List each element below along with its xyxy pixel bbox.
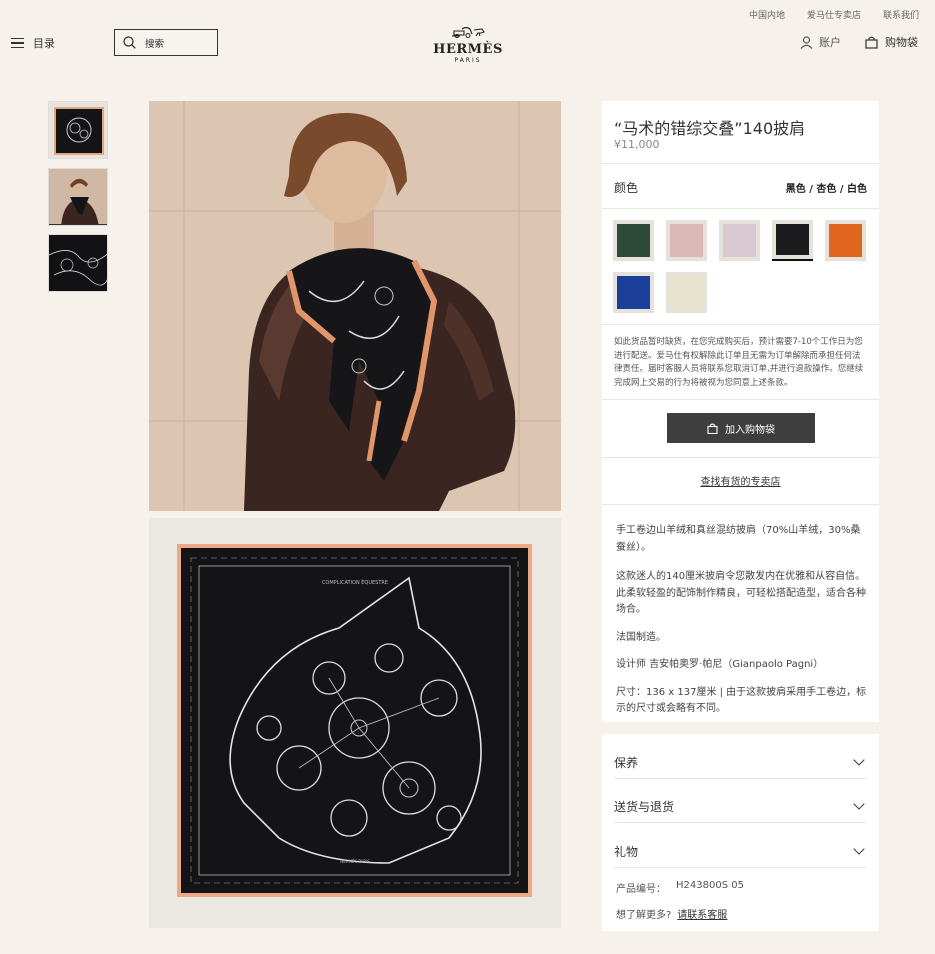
- product-photo-model: [149, 101, 561, 511]
- add-to-bag-button[interactable]: 加入购物袋: [667, 413, 815, 443]
- accordion-shipping-label: 送货与退货: [614, 799, 675, 814]
- chevron-down-icon: [853, 754, 865, 766]
- logo-subtitle: PARIS: [454, 57, 482, 64]
- account-label: 账户: [819, 36, 841, 49]
- region-link[interactable]: 中国内地: [749, 8, 785, 21]
- swatch-pink[interactable]: [666, 220, 707, 261]
- product-sku: 产品编号： H243800S 05: [616, 880, 744, 895]
- search-placeholder: 搜索: [145, 38, 165, 50]
- sku-value: H243800S 05: [676, 880, 744, 891]
- bag-icon: [865, 36, 878, 49]
- menu-label: 目录: [33, 37, 55, 50]
- description-size: 尺寸：136 x 137厘米 | 由于这款披肩采用手工卷边，标示的尺寸或会略有不…: [616, 686, 867, 715]
- add-to-bag-label: 加入购物袋: [725, 424, 775, 436]
- find-store-link[interactable]: 查找有货的专卖店: [602, 473, 879, 488]
- search-icon: [123, 36, 136, 49]
- search-input[interactable]: 搜索: [114, 29, 218, 56]
- logo-wordmark: HERMÈS: [433, 42, 503, 57]
- swatch-blue[interactable]: [613, 272, 654, 313]
- hamburger-icon: [11, 38, 24, 48]
- thumbnail-model[interactable]: [48, 168, 108, 226]
- swatch-cream[interactable]: [666, 272, 707, 313]
- thumbnail-scarf-detail[interactable]: [48, 234, 108, 292]
- product-photo-scarf: COMPLICATION ÉQUESTRE HERMÈS PARIS: [149, 518, 561, 928]
- color-value: 黑色 / 杏色 / 白色: [785, 184, 867, 195]
- accordion-gift-label: 礼物: [614, 844, 639, 859]
- chevron-down-icon: [853, 843, 865, 855]
- product-details-panel: 保养 送货与退货 礼物 产品编号： H243800S 05 想了解更多? 请联系…: [602, 734, 879, 931]
- menu-button[interactable]: 目录: [11, 35, 55, 51]
- hermes-logo[interactable]: HERMÈS PARIS: [423, 23, 513, 64]
- scarf-brand-text: HERMÈS PARIS: [340, 859, 370, 864]
- description-body: 这款迷人的140厘米披肩令您散发内在优雅和从容自信。此柔软轻盈的配饰制作精良，可…: [616, 571, 866, 615]
- description-designer: 设计师 吉安帕奥罗·帕尼（Gianpaolo Pagni）: [616, 659, 824, 670]
- bag-label: 购物袋: [885, 36, 918, 49]
- contact-link[interactable]: 联系我们: [883, 8, 919, 21]
- description-material: 手工卷边山羊绒和真丝混纺披肩（70%山羊绒，30%桑蚕丝）。: [616, 525, 861, 553]
- description-origin: 法国制造。: [616, 631, 666, 643]
- swatch-black-selected[interactable]: [772, 220, 813, 261]
- carriage-logo-icon: [452, 26, 485, 39]
- stores-link[interactable]: 爱马仕专卖店: [807, 8, 861, 21]
- stock-notice: 如此货品暂时缺货，在您完成购买后，预计需要7-10个工作日为您进行配送。爱马仕有…: [614, 337, 864, 388]
- chevron-down-icon: [853, 798, 865, 810]
- sku-label: 产品编号：: [616, 884, 666, 895]
- product-description: 手工卷边山羊绒和真丝混纺披肩（70%山羊绒，30%桑蚕丝）。 这款迷人的140厘…: [616, 523, 868, 729]
- shopping-bag-button[interactable]: 购物袋: [865, 34, 918, 50]
- accordion-care-label: 保养: [614, 755, 639, 770]
- product-title: “马术的错综交叠”140披肩: [614, 119, 806, 138]
- user-icon: [800, 35, 813, 49]
- product-info-panel: “马术的错综交叠”140披肩 ¥11,000 颜色 黑色 / 杏色 / 白色 如…: [602, 101, 879, 722]
- more-question: 想了解更多?: [616, 910, 672, 921]
- top-utility-links: 中国内地 爱马仕专卖店 联系我们: [749, 8, 919, 21]
- product-price: ¥11,000: [614, 138, 660, 151]
- swatch-orange[interactable]: [825, 220, 866, 261]
- contact-prompt: 想了解更多? 请联系客服: [616, 906, 727, 921]
- account-button[interactable]: 账户: [800, 34, 841, 50]
- bag-icon: [707, 422, 718, 434]
- color-label: 颜色: [614, 181, 639, 195]
- scarf-title-text: COMPLICATION ÉQUESTRE: [322, 578, 388, 586]
- swatch-green[interactable]: [613, 220, 654, 261]
- contact-support-link[interactable]: 请联系客服: [677, 906, 727, 921]
- swatch-lilac[interactable]: [719, 220, 760, 261]
- thumbnail-scarf-flat[interactable]: [48, 101, 108, 159]
